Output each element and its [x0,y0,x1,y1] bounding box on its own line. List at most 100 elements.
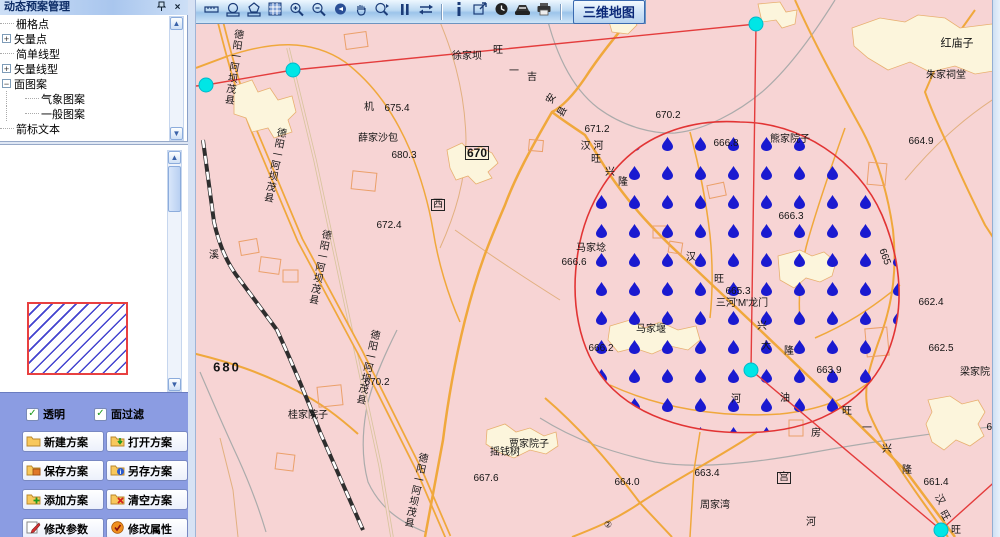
scroll-down-icon[interactable]: ▼ [168,378,181,391]
clock-button[interactable] [493,2,510,22]
map-canvas[interactable]: 徐家坝红庙子朱家祠堂664.9671.2汉 河旺兴隆670.2666.8熊家院子… [196,0,992,537]
tree-item-气象图案[interactable]: 气象图案 [0,91,168,106]
right-scroll-strip[interactable] [992,0,1000,537]
plan-vertex-handle[interactable] [744,363,758,377]
map-3d-button[interactable]: 三维地图 [573,0,645,24]
zoom-out-button[interactable] [310,2,327,22]
tree-item-label: 矢量点 [14,31,47,47]
tree-item-label: 矢量线型 [14,61,58,77]
scroll-up-icon[interactable]: ▲ [170,17,183,30]
toolbar: 三维地图 [196,0,646,24]
export-icon [473,2,488,21]
panel-title: 动态预案管理 [4,1,70,13]
export-button[interactable] [472,2,489,22]
tree-item-矢量点[interactable]: +矢量点 [0,31,168,46]
pin-icon[interactable] [155,1,168,14]
scroll-down-icon[interactable]: ▼ [170,127,183,140]
checkbox-check-icon[interactable]: ✓ [94,408,107,421]
panel-splitter[interactable] [188,0,196,537]
measure-circle-button[interactable] [224,2,241,22]
button-保存方案[interactable]: 保存方案 [22,460,104,481]
measure-polygon-button[interactable] [246,2,263,22]
checkbox-label: 透明 [43,406,65,422]
info-button[interactable] [450,2,467,22]
tree-item-label: 一般图案 [41,106,85,122]
pattern-scrollbar[interactable]: ▲ ▼ [167,150,182,392]
grid-button[interactable] [267,2,284,22]
checkbox-check-icon[interactable]: ✓ [26,408,39,421]
plan-area-circle[interactable] [575,122,899,433]
checkbox-透明[interactable]: ✓ 透明 [26,406,65,422]
toolbar-separator [560,4,562,20]
pan-hand-icon [354,2,369,22]
tree-item-栅格点[interactable]: 栅格点 [0,16,168,31]
plan-vertex-handle[interactable] [286,63,300,77]
folder-open-icon [110,434,125,450]
scroll-up-icon[interactable]: ▲ [168,151,181,164]
expand-plus-icon[interactable]: + [2,34,11,43]
zoom-window-button[interactable] [374,2,391,22]
print-button[interactable] [536,2,553,22]
button-另存方案[interactable]: i另存方案 [106,460,188,481]
tree-scrollbar[interactable]: ▲ ▼ [169,16,184,141]
tree-connector [0,53,14,54]
button-打开方案[interactable]: 打开方案 [106,431,188,452]
tree-item-箭标文本[interactable]: 箭标文本 [0,121,168,136]
button-label: 另存方案 [128,463,172,479]
tree-item-label: 面图案 [14,76,47,92]
plan-vertex-handle[interactable] [199,78,213,92]
button-新建方案[interactable]: 新建方案 [22,431,104,452]
scan-tray-button[interactable] [514,2,531,22]
tree-item-label: 栅格点 [16,16,49,32]
toolbar-separator [441,4,443,20]
measure-ruler-button[interactable] [203,2,220,22]
tree-connector [25,113,39,114]
button-label: 保存方案 [44,463,88,479]
tree-item-label: 简单线型 [16,46,60,62]
tree-indent [6,106,25,121]
pattern-list: ▲ ▼ [0,145,188,392]
measure-ruler-icon [204,2,220,21]
button-修改属性[interactable]: 修改属性 [106,518,188,537]
folder-clear-icon [110,492,125,508]
plan-vertex-handle[interactable] [749,17,763,31]
tree-item-一般图案[interactable]: 一般图案 [0,106,168,121]
previous-view-button[interactable] [331,2,348,22]
button-label: 新建方案 [44,434,88,450]
scan-tray-icon [514,3,531,21]
zoom-in-button[interactable] [289,2,306,22]
folder-save-icon [26,463,41,479]
zoom-out-icon [311,2,327,22]
button-label: 打开方案 [128,434,172,450]
collapse-minus-icon[interactable]: − [2,79,11,88]
scroll-thumb[interactable] [168,166,181,212]
zoom-window-icon [374,2,391,22]
tree-item-矢量线型[interactable]: +矢量线型 [0,61,168,76]
pan-hand-button[interactable] [353,2,370,22]
button-清空方案[interactable]: 清空方案 [106,489,188,510]
pattern-tile-hatch[interactable] [27,302,128,375]
tree-connector [0,128,14,129]
edit-params-icon [26,521,41,537]
previous-view-icon [333,2,348,21]
pause-button[interactable] [396,2,413,22]
layer-tree: 栅格点+矢量点简单线型+矢量线型−面图案气象图案一般图案箭标文本 [0,16,168,140]
tree-item-label: 箭标文本 [16,121,60,137]
tree-connector [25,98,39,99]
tree-item-label: 气象图案 [41,91,85,107]
swap-arrows-button[interactable] [417,2,434,22]
folder-saveas-icon: i [110,463,125,479]
tree-item-简单线型[interactable]: 简单线型 [0,46,168,61]
checkbox-面过滤[interactable]: ✓ 面过滤 [94,406,144,422]
pause-icon [399,3,410,21]
checkbox-label: 面过滤 [111,406,144,422]
tree-item-面图案[interactable]: −面图案 [0,76,168,91]
expand-plus-icon[interactable]: + [2,64,11,73]
button-添加方案[interactable]: 添加方案 [22,489,104,510]
button-修改参数[interactable]: 修改参数 [22,518,104,537]
plan-vertex-handle[interactable] [934,523,948,537]
application-window: 徐家坝红庙子朱家祠堂664.9671.2汉 河旺兴隆670.2666.8熊家院子… [0,0,1000,537]
folder-new-icon [26,434,41,450]
button-label: 清空方案 [128,492,172,508]
close-icon[interactable]: × [171,1,184,14]
